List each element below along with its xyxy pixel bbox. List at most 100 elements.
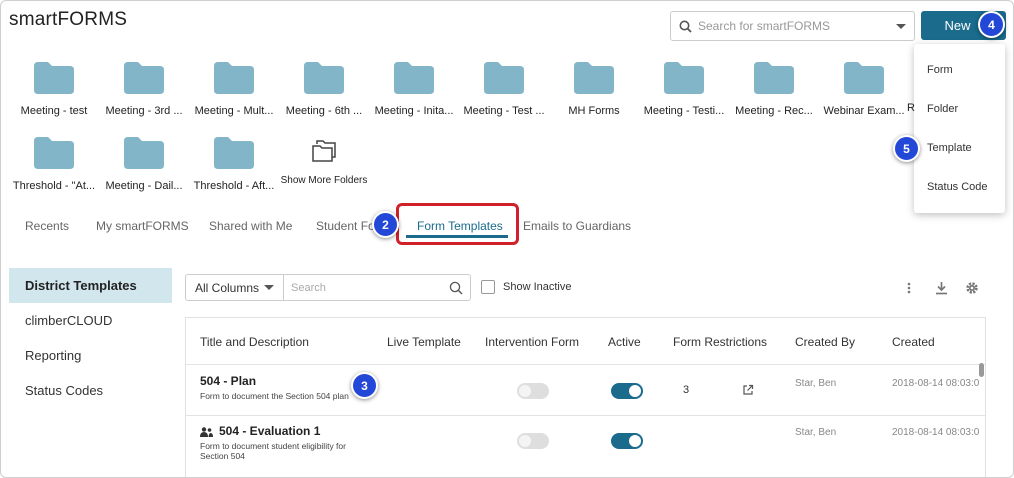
folder-label: Threshold - "At... xyxy=(12,180,96,192)
folder-item[interactable]: MH Forms xyxy=(549,62,639,117)
folder-label: Meeting - Inita... xyxy=(374,105,454,117)
users-icon xyxy=(200,427,213,437)
folder-item[interactable]: Meeting - Test ... xyxy=(459,62,549,117)
menu-item-folder[interactable]: Folder xyxy=(914,89,1005,128)
folder-item[interactable]: Threshold - "At... xyxy=(9,137,99,192)
show-more-folders-label: Show More Folders xyxy=(280,175,368,186)
tab-my-smartforms[interactable]: My smartFORMS xyxy=(96,219,189,233)
menu-item-template[interactable]: Template xyxy=(914,128,1005,167)
folder-label: Meeting - Testi... xyxy=(643,105,725,117)
folder-item[interactable]: Meeting - Inita... xyxy=(369,62,459,117)
folder-icon xyxy=(124,137,164,169)
active-toggle[interactable] xyxy=(611,383,643,399)
folder-label: Meeting - 3rd ... xyxy=(105,105,183,117)
tab-student-forms[interactable]: Student Fo xyxy=(316,219,375,233)
search-input[interactable]: Search for smartFORMS xyxy=(670,11,915,41)
folder-label: Meeting - Dail... xyxy=(105,180,183,192)
download-icon[interactable] xyxy=(935,281,948,295)
folder-label: MH Forms xyxy=(568,105,620,117)
folder-label: Meeting - Rec... xyxy=(735,105,813,117)
folder-label: Meeting - Test ... xyxy=(463,105,545,117)
folder-icon xyxy=(664,62,704,94)
folder-item[interactable]: Webinar Exam... xyxy=(819,62,909,117)
sidebar-item-status-codes[interactable]: Status Codes xyxy=(9,373,172,408)
column-header-active[interactable]: Active xyxy=(608,335,641,349)
more-vertical-icon[interactable] xyxy=(906,281,912,295)
show-more-folders-button[interactable]: Show More Folders xyxy=(279,139,369,186)
folder-item[interactable]: Meeting - Rec... xyxy=(729,62,819,117)
active-toggle[interactable] xyxy=(611,433,643,449)
sidebar-item-reporting[interactable]: Reporting xyxy=(9,338,172,373)
tab-emails-to-guardians[interactable]: Emails to Guardians xyxy=(523,219,631,233)
annotation-badge-4: 4 xyxy=(978,11,1005,38)
table-search-input[interactable]: Search xyxy=(283,274,471,301)
menu-item-form[interactable]: Form xyxy=(914,50,1005,89)
table-scrollbar[interactable] xyxy=(979,363,984,377)
external-link-icon[interactable] xyxy=(742,384,754,396)
annotation-badge-2: 2 xyxy=(372,211,399,238)
annotation-badge-3: 3 xyxy=(351,372,378,399)
folder-label: Meeting - 6th ... xyxy=(285,105,363,117)
row-description: Form to document the Section 504 plan xyxy=(200,391,349,401)
folder-icon xyxy=(34,62,74,94)
table-row[interactable]: 504 - Evaluation 1 Form to document stud… xyxy=(186,415,985,475)
folder-item[interactable]: Meeting - 3rd ... xyxy=(99,62,189,117)
new-dropdown-menu: Form Folder Template Status Code xyxy=(914,44,1005,213)
column-header-live-template[interactable]: Live Template xyxy=(387,335,461,349)
column-header-intervention-form[interactable]: Intervention Form xyxy=(485,335,579,349)
folder-icon xyxy=(754,62,794,94)
show-inactive-label: Show Inactive xyxy=(503,281,572,293)
folder-icon xyxy=(214,62,254,94)
folder-icon xyxy=(574,62,614,94)
folder-item[interactable]: Meeting - Dail... xyxy=(99,137,189,192)
sidebar: District Templates climberCLOUD Reportin… xyxy=(9,268,172,408)
row-created-by: Star, Ben xyxy=(795,427,837,438)
folder-label: Meeting - Mult... xyxy=(194,105,274,117)
folder-label-partial: R xyxy=(907,102,915,114)
column-select-value: All Columns xyxy=(195,280,260,295)
sidebar-item-climbercloud[interactable]: climberCLOUD xyxy=(9,303,172,338)
row-created-by: Star, Ben xyxy=(795,378,837,389)
folder-label: Threshold - Aft... xyxy=(193,180,275,192)
column-header-title[interactable]: Title and Description xyxy=(200,335,309,349)
folder-item[interactable]: Meeting - 6th ... xyxy=(279,62,369,117)
gear-icon[interactable] xyxy=(965,281,979,295)
folder-icon xyxy=(34,137,74,169)
folder-item[interactable]: Threshold - Aft... xyxy=(189,137,279,192)
row-title[interactable]: 504 - Plan xyxy=(200,374,256,388)
column-header-created[interactable]: Created xyxy=(892,335,935,349)
search-icon[interactable] xyxy=(449,281,463,295)
folder-icon xyxy=(484,62,524,94)
folder-icon xyxy=(394,62,434,94)
chevron-down-icon[interactable] xyxy=(896,23,906,29)
restrictions-count: 3 xyxy=(683,384,690,396)
folder-icon xyxy=(844,62,884,94)
show-inactive-checkbox[interactable] xyxy=(481,280,495,294)
row-created: 2018-08-14 08:03:0 xyxy=(892,378,980,389)
menu-item-status-code[interactable]: Status Code xyxy=(914,167,1005,206)
tab-shared-with-me[interactable]: Shared with Me xyxy=(209,219,292,233)
folder-item[interactable]: Meeting - test xyxy=(9,62,99,117)
highlight-box xyxy=(396,203,519,245)
search-icon xyxy=(679,20,692,33)
column-header-form-restrictions[interactable]: Form Restrictions xyxy=(673,335,767,349)
templates-table: Title and Description Live Template Inte… xyxy=(185,317,986,477)
table-search-placeholder: Search xyxy=(291,281,326,294)
folder-icon xyxy=(124,62,164,94)
row-description: Form to document student eligibility for… xyxy=(200,441,346,461)
search-placeholder: Search for smartFORMS xyxy=(698,19,831,33)
intervention-form-toggle[interactable] xyxy=(517,433,549,449)
row-title[interactable]: 504 - Evaluation 1 xyxy=(219,424,320,438)
sidebar-item-district-templates[interactable]: District Templates xyxy=(9,268,172,303)
folder-item[interactable]: Meeting - Mult... xyxy=(189,62,279,117)
column-header-created-by[interactable]: Created By xyxy=(795,335,855,349)
column-select[interactable]: All Columns xyxy=(185,274,284,301)
table-row[interactable]: 504 - Plan Form to document the Section … xyxy=(186,364,985,416)
folder-item[interactable]: Meeting - Testi... xyxy=(639,62,729,117)
folder-label: Meeting - test xyxy=(20,105,88,117)
folders-stack-icon xyxy=(312,140,336,162)
intervention-form-toggle[interactable] xyxy=(517,383,549,399)
app-window: smartFORMS Search for smartFORMS New For… xyxy=(0,0,1014,478)
folder-icon xyxy=(304,62,344,94)
tab-recents[interactable]: Recents xyxy=(25,219,69,233)
